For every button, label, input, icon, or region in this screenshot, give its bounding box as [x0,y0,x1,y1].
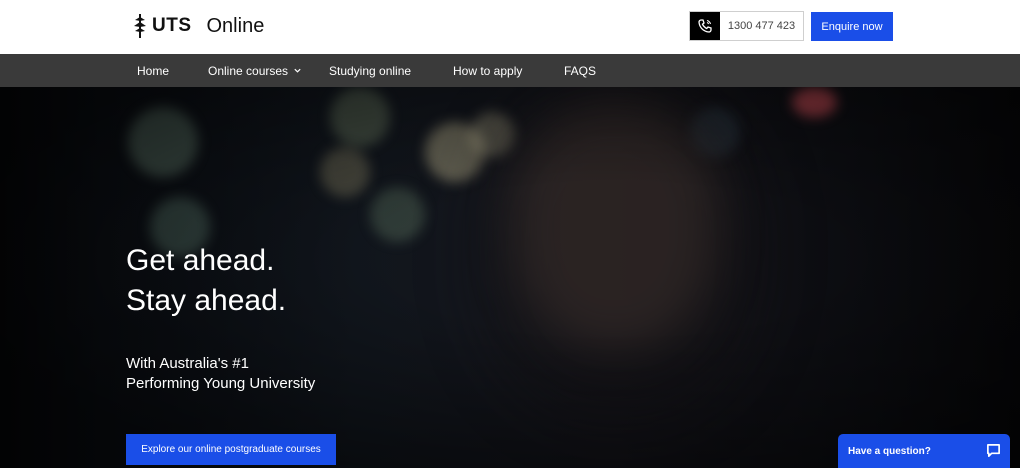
hero-subheadline-line-2: Performing Young University [126,375,316,392]
phone-icon-box [690,12,720,40]
nav-item-home[interactable]: Home [137,54,169,87]
logo-product: Online [206,14,265,37]
nav-item-faqs[interactable]: FAQS [564,54,596,87]
main-navigation: Home Online courses Studying online How … [0,54,1020,87]
enquire-now-button[interactable]: Enquire now [811,12,893,41]
phone-icon [698,19,712,33]
explore-courses-button[interactable]: Explore our online postgraduate courses [126,434,336,465]
logo-brand: UTS [152,15,192,36]
site-header: UTS Online 1300 477 423 Enquire now [0,0,1020,54]
chat-widget[interactable]: Have a question? [838,434,1010,468]
nav-item-label: Home [137,63,170,78]
nav-item-label: Studying online [329,63,412,78]
nav-item-label: Online courses [208,63,289,78]
chevron-down-icon [294,68,301,73]
chat-label: Have a question? [848,446,931,457]
hero-headline-line-1: Get ahead. [126,244,275,277]
nav-item-label: FAQS [564,63,597,78]
chat-bubble-icon [987,444,1000,457]
page-edge [1020,0,1024,468]
uts-online-logo[interactable]: UTS Online [132,13,264,39]
nav-item-how-to-apply[interactable]: How to apply [453,54,522,87]
phone-number: 1300 477 423 [727,20,796,32]
nav-item-label: How to apply [453,63,523,78]
hero-subheadline-line-1: With Australia's #1 [126,355,249,372]
uts-logo-icon [134,14,146,38]
nav-item-studying-online[interactable]: Studying online [329,54,411,87]
hero-banner: Get ahead. Stay ahead. With Australia's … [0,87,1020,468]
hero-headline-line-2: Stay ahead. [126,284,287,317]
hero-subheadline: With Australia's #1 Performing Young Uni… [126,354,315,394]
phone-contact[interactable]: 1300 477 423 [689,11,804,41]
hero-headline: Get ahead. Stay ahead. [126,241,286,321]
nav-item-online-courses[interactable]: Online courses [208,54,302,87]
